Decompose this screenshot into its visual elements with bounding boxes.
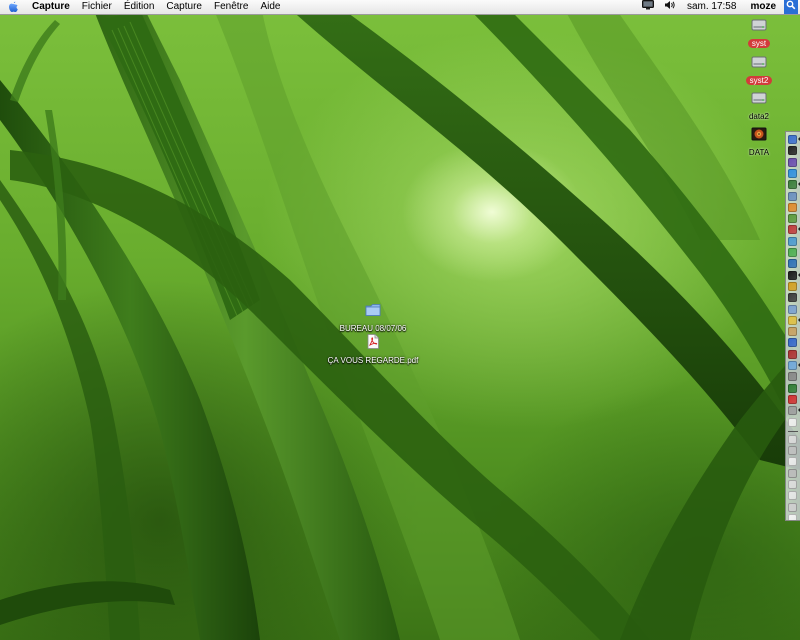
- menu-bar: Capture Fichier Édition Capture Fenêtre …: [0, 0, 800, 15]
- menu-extras: sam. 17:58 moze: [637, 0, 800, 14]
- menu-capture[interactable]: Capture: [160, 0, 208, 14]
- desktop-item-label: ÇA VOUS REGARDE.pdf: [327, 356, 419, 365]
- dock-item[interactable]: [788, 214, 797, 224]
- file-pdf[interactable]: ÇA VOUS REGARDE.pdf: [322, 334, 424, 368]
- menu-user[interactable]: moze: [742, 0, 784, 14]
- volume-label: syst: [747, 39, 771, 48]
- dock-item[interactable]: [788, 406, 797, 416]
- menu-clock[interactable]: sam. 17:58: [681, 0, 742, 14]
- spotlight-icon: [786, 0, 796, 15]
- dock-item[interactable]: [788, 304, 797, 314]
- dock-item[interactable]: [788, 502, 797, 512]
- spotlight-button[interactable]: [784, 0, 798, 14]
- menu-fichier[interactable]: Fichier: [76, 0, 118, 14]
- dock-item[interactable]: [788, 270, 797, 280]
- dock-item[interactable]: [788, 191, 797, 201]
- hard-drive-icon: [744, 91, 774, 105]
- apple-menu[interactable]: [0, 0, 26, 14]
- dock-item[interactable]: [788, 315, 797, 325]
- dock-item[interactable]: [788, 372, 797, 382]
- display-menu-extra[interactable]: [637, 0, 659, 14]
- dock-item[interactable]: [788, 446, 797, 456]
- volume-syst[interactable]: syst: [744, 18, 774, 51]
- dock-item[interactable]: [788, 417, 797, 427]
- menu-edition[interactable]: Édition: [118, 0, 161, 14]
- dock-item[interactable]: [788, 236, 797, 246]
- dock-item[interactable]: [788, 480, 797, 489]
- volume-label: data2: [748, 112, 770, 121]
- dock-item[interactable]: [788, 259, 797, 269]
- dock-item[interactable]: [788, 225, 797, 235]
- folder-icon: [330, 303, 416, 317]
- dock-divider: [788, 430, 798, 432]
- display-icon: [641, 0, 654, 15]
- dock-item[interactable]: [788, 434, 797, 444]
- apple-icon: [8, 1, 19, 13]
- dock-item[interactable]: [788, 349, 797, 359]
- volume-syst2[interactable]: syst2: [744, 55, 774, 88]
- pdf-document-icon: [322, 334, 424, 349]
- menu-aide[interactable]: Aide: [254, 0, 286, 14]
- dock-item[interactable]: [788, 513, 797, 520]
- dock-item[interactable]: [788, 293, 797, 303]
- dock-item[interactable]: [788, 168, 797, 178]
- dock-item[interactable]: [788, 468, 797, 478]
- dock-item[interactable]: [788, 180, 797, 190]
- dock-item[interactable]: [788, 281, 797, 291]
- hard-drive-icon: [744, 18, 774, 32]
- dock-item[interactable]: [788, 135, 797, 144]
- dock-item[interactable]: [788, 361, 797, 370]
- volume-menu-extra[interactable]: [659, 0, 681, 14]
- hard-drive-icon: [744, 55, 774, 69]
- volume-label: DATA: [748, 148, 770, 157]
- dock-item[interactable]: [788, 202, 797, 212]
- dock-item[interactable]: [788, 157, 797, 167]
- dock-item[interactable]: [788, 327, 797, 337]
- dock-item[interactable]: [788, 146, 797, 156]
- dock-item[interactable]: [788, 338, 797, 348]
- dock-item[interactable]: [788, 383, 797, 393]
- dock: [785, 131, 800, 521]
- dock-item[interactable]: [788, 491, 797, 501]
- folder-bureau[interactable]: BUREAU 08/07/06: [330, 303, 416, 336]
- volume-data[interactable]: DATA: [744, 127, 774, 160]
- dock-item[interactable]: [788, 394, 797, 404]
- volume-data2[interactable]: data2: [744, 91, 774, 124]
- menu-fenetre[interactable]: Fenêtre: [208, 0, 254, 14]
- desktop-item-label: BUREAU 08/07/06: [339, 324, 407, 333]
- volume-label: syst2: [745, 76, 773, 85]
- volume-icon: [664, 0, 676, 15]
- disk-image-icon: [744, 127, 774, 141]
- dock-item[interactable]: [788, 248, 797, 257]
- menu-app-name[interactable]: Capture: [26, 0, 76, 14]
- dock-item[interactable]: [788, 457, 797, 467]
